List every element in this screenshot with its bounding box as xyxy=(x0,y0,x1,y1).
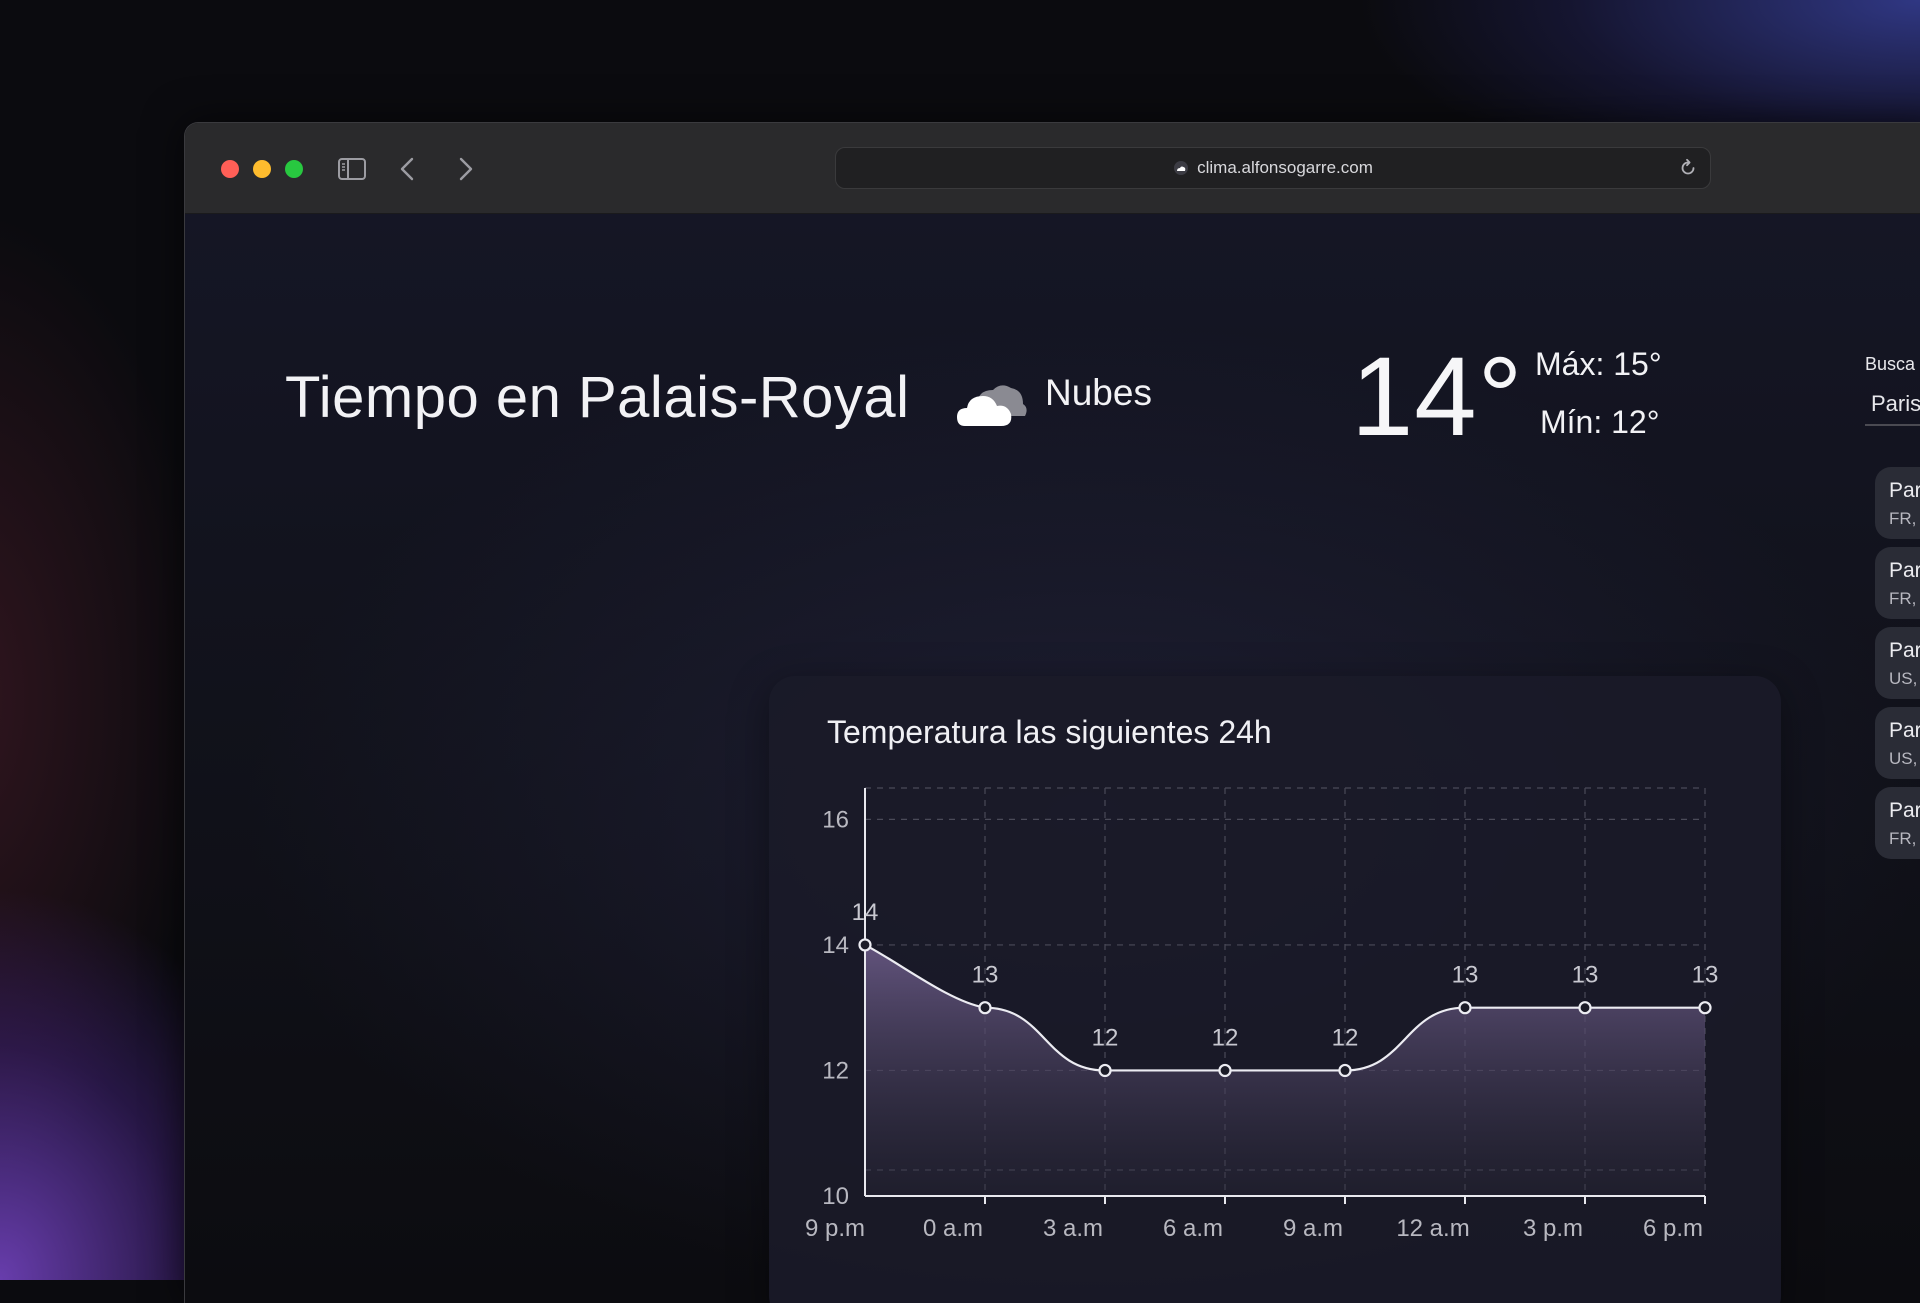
search-result-item[interactable]: Par FR, xyxy=(1875,787,1920,859)
address-url: clima.alfonsogarre.com xyxy=(1197,158,1373,177)
result-city-name: Par xyxy=(1889,719,1920,742)
result-country: US, xyxy=(1889,669,1918,688)
data-point xyxy=(978,1001,992,1015)
search-label: Busca xyxy=(1865,354,1916,374)
result-country: US, xyxy=(1889,749,1918,768)
x-tick-label: 3 a.m xyxy=(1043,1215,1103,1242)
x-tick-label: 9 p.m xyxy=(805,1215,865,1242)
search-result-item[interactable]: Par FR, xyxy=(1875,467,1920,539)
search-result-item[interactable]: Par FR, xyxy=(1875,547,1920,619)
result-city-name: Par xyxy=(1889,559,1920,582)
data-label: 13 xyxy=(972,962,999,989)
search-result-item[interactable]: Par US, xyxy=(1875,627,1920,699)
close-window-button[interactable] xyxy=(221,160,239,178)
y-tick-label: 10 xyxy=(822,1183,849,1210)
y-tick-label: 12 xyxy=(822,1057,849,1084)
data-label: 12 xyxy=(1212,1024,1239,1051)
back-arrow-icon[interactable] xyxy=(392,153,424,185)
address-bar-content: clima.alfonsogarre.com xyxy=(836,148,1710,188)
data-label: 13 xyxy=(1692,962,1719,989)
reload-icon[interactable] xyxy=(1678,158,1698,178)
site-favicon-icon xyxy=(1174,161,1189,175)
data-label: 12 xyxy=(1332,1024,1359,1051)
data-point xyxy=(1338,1063,1352,1078)
weather-page: Tiempo en Palais-Royal Nubes 14° Máx: 15… xyxy=(185,214,1920,1303)
result-city-name: Par xyxy=(1889,799,1920,822)
x-tick-label: 12 a.m xyxy=(1396,1215,1469,1242)
data-point xyxy=(1098,1063,1112,1078)
result-city-name: Par xyxy=(1889,479,1920,502)
weather-condition: Nubes xyxy=(1045,372,1152,413)
cloud-icon xyxy=(957,385,1027,426)
data-label: 12 xyxy=(1092,1024,1119,1051)
data-label: 13 xyxy=(1572,962,1599,989)
x-tick-label: 9 a.m xyxy=(1283,1215,1343,1242)
result-country: FR, xyxy=(1889,829,1917,848)
forward-arrow-icon[interactable] xyxy=(449,153,481,185)
search-results-list: Par FR, Par FR, Par US, Par US, Par FR, xyxy=(1875,467,1920,867)
data-point xyxy=(1458,1001,1472,1015)
data-label: 14 xyxy=(852,899,879,926)
search-result-item[interactable]: Par US, xyxy=(1875,707,1920,779)
browser-titlebar: clima.alfonsogarre.com xyxy=(185,123,1920,214)
y-tick-label: 16 xyxy=(822,806,849,833)
y-tick-label: 14 xyxy=(822,932,849,959)
data-point xyxy=(1218,1063,1232,1078)
result-country: FR, xyxy=(1889,509,1917,528)
address-bar[interactable]: clima.alfonsogarre.com xyxy=(835,147,1711,189)
data-point xyxy=(858,938,872,952)
minimize-window-button[interactable] xyxy=(253,160,271,178)
browser-window: clima.alfonsogarre.com Tiempo en Palais-… xyxy=(184,122,1920,1303)
result-country: FR, xyxy=(1889,589,1917,608)
maximize-window-button[interactable] xyxy=(285,160,303,178)
data-label: 13 xyxy=(1452,962,1479,989)
max-temperature: Máx: 15° xyxy=(1535,346,1662,382)
temperature-chart-card: Temperatura las siguientes 24h 10 12 14 16 9… xyxy=(769,676,1781,1303)
data-point xyxy=(1578,1001,1592,1015)
city-search-input[interactable] xyxy=(1865,384,1920,426)
x-tick-label: 0 a.m xyxy=(923,1215,983,1242)
x-tick-label: 6 p.m xyxy=(1643,1215,1703,1242)
current-temperature: 14° xyxy=(1351,334,1524,459)
min-temperature: Mín: 12° xyxy=(1540,404,1660,440)
sidebar-toggle-icon[interactable] xyxy=(336,153,368,185)
data-point xyxy=(1698,1001,1712,1015)
temperature-chart: 10 12 14 16 9 p.m 0 a.m 3 a.m 6 a.m 9 a.m 12 a.m 3… xyxy=(805,787,1719,1242)
x-tick-label: 3 p.m xyxy=(1523,1215,1583,1242)
result-city-name: Par xyxy=(1889,639,1920,662)
page-title: Tiempo en Palais-Royal xyxy=(285,365,910,430)
x-tick-label: 6 a.m xyxy=(1163,1215,1223,1242)
